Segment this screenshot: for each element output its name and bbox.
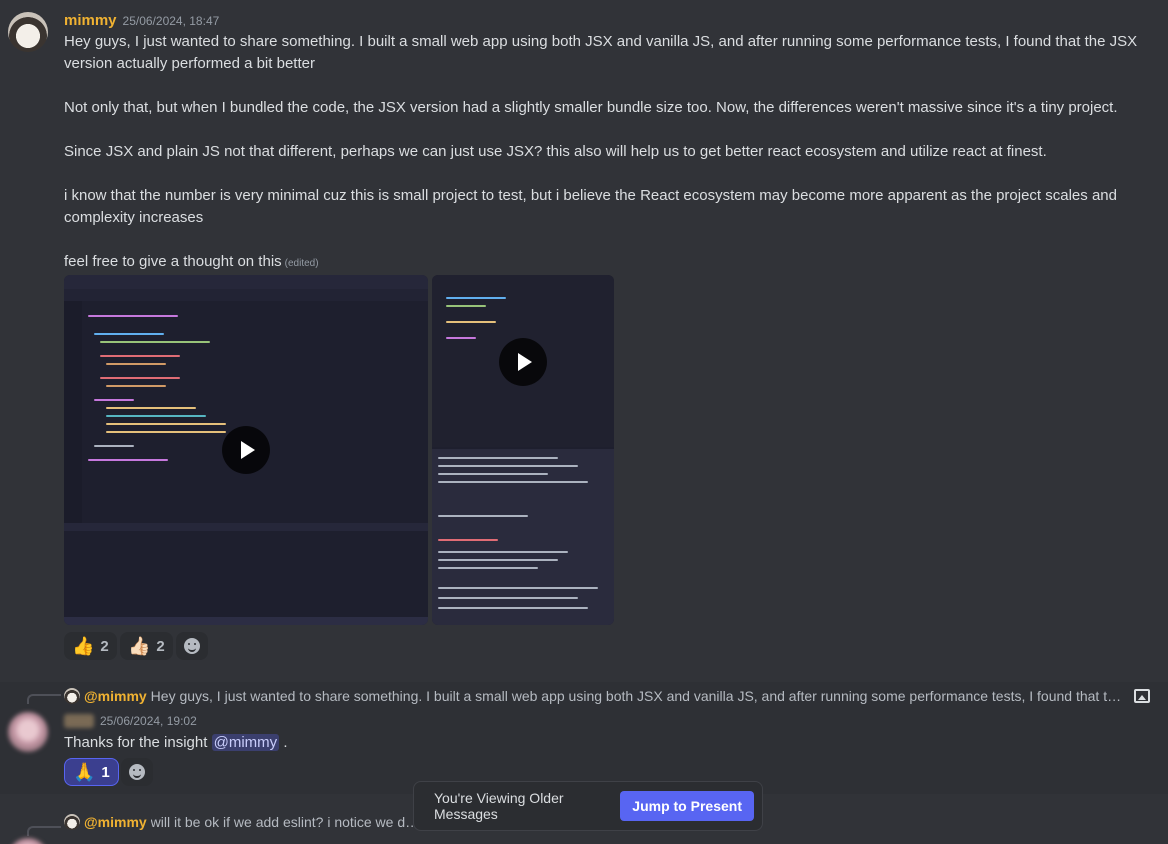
reply-preview[interactable]: Hey guys, I just wanted to share somethi…: [151, 688, 1124, 704]
editor-tabbar: [64, 289, 428, 301]
username-blurred[interactable]: [64, 714, 94, 728]
play-icon[interactable]: [222, 426, 270, 474]
video-attachment[interactable]: [64, 275, 428, 625]
message-paragraph: feel free to give a thought on this: [64, 253, 282, 270]
pray-icon: 🙏: [73, 761, 96, 782]
reaction-thumbs-up-light[interactable]: 👍🏻 2: [120, 632, 173, 660]
panel-tabs: [64, 523, 428, 531]
reply-username[interactable]: @mimmy: [84, 688, 147, 704]
reaction-thumbs-up[interactable]: 👍 2: [64, 632, 117, 660]
jump-to-present-button[interactable]: Jump to Present: [620, 791, 754, 821]
edited-label: (edited): [284, 258, 319, 269]
reaction-count: 2: [100, 637, 109, 655]
avatar[interactable]: [8, 712, 48, 752]
reply-avatar: [64, 814, 80, 830]
message-main: mimmy 25/06/2024, 18:47 Hey guys, I just…: [0, 0, 1168, 680]
reaction-count: 2: [156, 637, 165, 655]
timestamp: 25/06/2024, 18:47: [122, 14, 220, 28]
editor-gutter: [64, 301, 82, 526]
avatar[interactable]: [8, 12, 48, 52]
play-icon[interactable]: [499, 338, 547, 386]
add-reaction-button[interactable]: [121, 758, 153, 786]
message-paragraph-last: feel free to give a thought on this (edit…: [64, 251, 1149, 275]
reply-preview[interactable]: will it be ok if we add eslint? i notice…: [151, 814, 424, 830]
smile-icon: [184, 638, 200, 654]
reply-username[interactable]: @mimmy: [84, 814, 147, 830]
image-icon: [1134, 689, 1150, 703]
timestamp: 25/06/2024, 19:02: [100, 714, 197, 728]
message-text-after: .: [283, 734, 288, 751]
avatar[interactable]: [8, 838, 48, 844]
older-messages-banner: You're Viewing Older Messages Jump to Pr…: [413, 781, 763, 831]
message-paragraph: Not only that, but when I bundled the co…: [64, 99, 1118, 116]
message-text: Thanks for the insight @mimmy .: [64, 732, 287, 754]
message-reply: @mimmy Hey guys, I just wanted to share …: [0, 682, 1168, 794]
reply-avatar: [64, 688, 80, 704]
editor-titlebar: [64, 275, 428, 289]
thumbs-up-light-icon: 👍🏻: [128, 635, 151, 656]
message-paragraph: Since JSX and plain JS not that differen…: [64, 143, 1047, 160]
message-paragraph: i know that the number is very minimal c…: [64, 187, 1117, 226]
message-paragraph: Hey guys, I just wanted to share somethi…: [64, 33, 1138, 72]
reply-spine: [27, 694, 61, 704]
add-reaction-button[interactable]: [176, 632, 208, 660]
username[interactable]: mimmy: [64, 12, 117, 29]
banner-text: You're Viewing Older Messages: [434, 790, 564, 822]
reaction-pray[interactable]: 🙏 1: [64, 758, 119, 786]
reaction-count: 1: [101, 763, 110, 781]
thumbs-up-icon: 👍: [72, 635, 95, 656]
status-bar: [64, 617, 428, 625]
smile-icon: [129, 764, 145, 780]
user-mention[interactable]: @mimmy: [211, 734, 280, 751]
reply-spine: [27, 826, 61, 836]
message-text-before: Thanks for the insight: [64, 734, 208, 751]
video-attachment[interactable]: [432, 275, 614, 625]
